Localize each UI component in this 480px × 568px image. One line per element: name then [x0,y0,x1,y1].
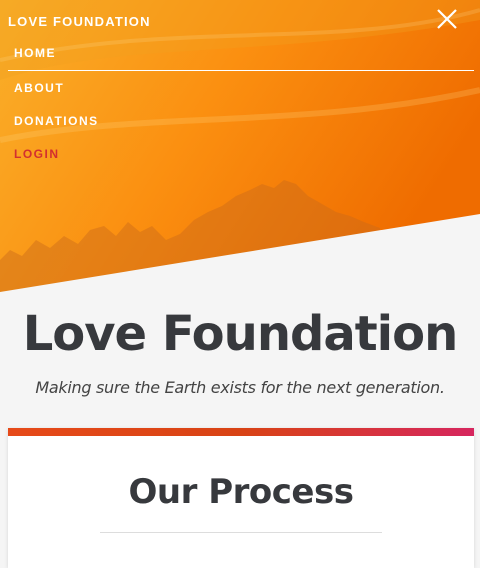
page-title: Love Foundation [22,306,459,362]
close-menu-button[interactable] [432,4,462,34]
sunset-background [0,0,480,300]
nav-item-home[interactable]: HOME [8,46,56,68]
hero-banner: LOVE FOUNDATION HOME ABOUT DONATIONS LOG… [0,0,480,300]
site-name[interactable]: LOVE FOUNDATION [8,14,151,29]
nav-item-login[interactable]: LOGIN [8,147,60,169]
card-accent-bar [8,428,474,436]
nav-item-donations[interactable]: DONATIONS [8,114,99,136]
nav-item-about[interactable]: ABOUT [8,81,64,103]
close-icon[interactable] [432,4,462,34]
card-title: Our Process [128,472,354,512]
card-divider [100,532,382,533]
page-subtitle: Making sure the Earth exists for the nex… [35,378,445,397]
process-card: Our Process [8,428,474,568]
nav-divider [8,70,474,71]
